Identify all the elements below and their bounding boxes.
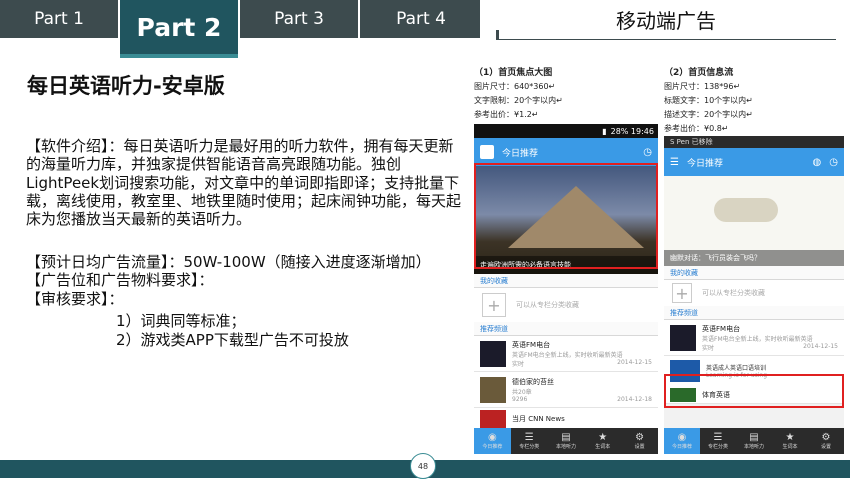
caption-line: 标题文字：10个字以内↵ — [664, 96, 753, 105]
ad-title: 英语成人英语口语培训 — [706, 365, 767, 372]
ad-highlight-box — [664, 374, 844, 408]
focus-banner-comic[interactable]: 幽默对话：飞行员装会飞吗？ — [664, 176, 844, 266]
tab-local-listening[interactable]: ▤ 本地听力 — [548, 428, 585, 454]
traffic-line: 【预计日均广告流量】：50W-100W（随接入进度逐渐增加） — [26, 253, 431, 271]
ad-requirements-line: 【广告位和广告物料要求】： — [26, 271, 214, 290]
plus-icon[interactable]: + — [482, 293, 506, 317]
requirements-block: 【预计日均广告流量】：50W-100W（随接入进度逐渐增加） 【广告位和广告物料… — [26, 253, 466, 308]
tab-vocabulary[interactable]: ★ 生词本 — [772, 428, 808, 454]
item-thumbnail — [480, 409, 506, 428]
item-thumbnail — [670, 324, 696, 351]
ad-highlight-box — [474, 163, 658, 269]
tab-part-1[interactable]: Part 1 — [0, 0, 118, 38]
menu-icon[interactable]: ☰ — [670, 157, 679, 168]
item-date: 2014-12-15 — [803, 342, 838, 350]
banner-caption: 幽默对话：飞行员装会飞吗？ — [664, 250, 844, 266]
list-item[interactable]: 英语FM电台 英语FM电台全新上线，实时收听最新英语 实时 2014-12-15 — [474, 336, 658, 372]
fav-add-row[interactable]: + 可以从专栏分类收藏 — [474, 288, 658, 322]
status-text: 28% 19:46 — [610, 126, 654, 136]
tab-settings[interactable]: ⚙ 设置 — [621, 428, 658, 454]
app-header: 今日推荐 ◷ — [474, 138, 658, 166]
tab-today-recommend[interactable]: ◉ 今日推荐 — [664, 428, 700, 454]
user-icon[interactable]: ◍ — [813, 157, 822, 168]
caption-title: （2）首页信息流 — [664, 68, 734, 78]
battery-icon: ▮ — [602, 126, 607, 136]
tab-vocabulary[interactable]: ★ 生词本 — [584, 428, 621, 454]
item-title: 德伯家的苔丝 — [512, 377, 554, 386]
page-number: 48 — [410, 453, 436, 479]
review-item-1: 1）词典同等标准； — [116, 312, 246, 330]
app-title: 今日推荐 — [686, 158, 723, 169]
item-date: 2014-12-18 — [617, 395, 652, 403]
tab-today-recommend[interactable]: ◉ 今日推荐 — [474, 428, 511, 454]
app-header: ☰ 今日推荐 ◍ ◷ — [664, 148, 844, 176]
status-bar: ▮ 28% 19:46 — [474, 124, 658, 138]
caption-line: 图片尺寸：640*360↵ — [474, 82, 556, 91]
spen-notice: S Pen 已移除 — [664, 136, 844, 148]
rec-section-label: 推荐频道 — [474, 322, 658, 336]
tab-settings[interactable]: ⚙ 设置 — [808, 428, 844, 454]
fav-hint: 可以从专栏分类收藏 — [702, 289, 765, 297]
list-item[interactable]: 英语FM电台 英语FM电台全新上线，实时收听最新英语 实时 2014-12-15 — [664, 320, 844, 356]
tab-separator — [358, 0, 360, 38]
review-line: 【审核要求】： — [26, 289, 124, 308]
tab-part-2-active[interactable]: Part 2 — [120, 0, 238, 58]
list-item[interactable]: 当月 CNN News — [474, 408, 658, 430]
item-date: 2014-12-15 — [617, 358, 652, 366]
caption-line: 参考出价：¥0.8↵ — [664, 124, 729, 133]
caption-line: 描述文字：20个字以内↵ — [664, 110, 753, 119]
tab-column-category[interactable]: ☰ 专栏分类 — [700, 428, 736, 454]
plus-icon[interactable]: + — [672, 283, 692, 303]
bottom-tab-bar: ◉ 今日推荐 ☰ 专栏分类 ▤ 本地听力 ★ 生词本 ⚙ 设置 — [664, 428, 844, 454]
fav-section-label: 我的收藏 — [664, 266, 844, 280]
history-icon[interactable]: ◷ — [829, 157, 838, 168]
item-subtitle: 英语FM电台全新上线，实时收听最新英语 — [512, 351, 623, 359]
section-title-text: 移动端广告 — [616, 9, 716, 33]
caption-info-feed: （2）首页信息流 图片尺寸：138*96↵ 标题文字：10个字以内↵ 描述文字：… — [664, 66, 753, 136]
comic-plane-shape — [714, 198, 778, 222]
app-title: 今日推荐 — [502, 148, 539, 159]
item-subtitle: 共20章 — [512, 388, 532, 396]
item-meta-left: 9296 — [512, 395, 528, 403]
item-title: 英语FM电台 — [512, 340, 551, 349]
top-tab-bar: Part 1 Part 3 Part 4 Part 2 移动端广告 — [0, 0, 850, 58]
item-subtitle: 英语FM电台全新上线，实时收听最新英语 — [702, 335, 813, 343]
item-thumbnail — [480, 376, 506, 403]
intro-paragraph: 【软件介绍】：每日英语听力是最好用的听力软件，拥有每天更新的海量听力库，并独家提… — [26, 137, 462, 229]
caption-line: 图片尺寸：138*96↵ — [664, 82, 741, 91]
bottom-tab-bar: ◉ 今日推荐 ☰ 专栏分类 ▤ 本地听力 ★ 生词本 ⚙ 设置 — [474, 428, 658, 454]
tab-column-category[interactable]: ☰ 专栏分类 — [511, 428, 548, 454]
fav-section-label: 我的收藏 — [474, 274, 658, 288]
caption-line: 文字限制：20个字以内↵ — [474, 96, 563, 105]
fav-add-row[interactable]: + 可以从专栏分类收藏 — [664, 280, 844, 306]
review-item-2: 2）游戏类APP下载型广告不可投放 — [116, 331, 349, 349]
tab-part-4[interactable]: Part 4 — [362, 0, 480, 38]
page-heading: 每日英语听力-安卓版 — [27, 74, 225, 98]
fav-hint: 可以从专栏分类收藏 — [516, 301, 579, 309]
title-accent — [496, 30, 499, 40]
caption-focus-banner: （1）首页焦点大图 图片尺寸：640*360↵ 文字限制：20个字以内↵ 参考出… — [474, 66, 563, 122]
section-title: 移动端广告 — [496, 0, 836, 40]
app-logo-icon — [480, 145, 494, 159]
item-thumbnail — [480, 340, 506, 367]
item-meta-left: 实时 — [512, 360, 525, 368]
rec-section-label: 推荐频道 — [664, 306, 844, 320]
list-item[interactable]: 德伯家的苔丝 共20章 9296 2014-12-18 — [474, 372, 658, 408]
item-meta-left: 实时 — [702, 344, 715, 352]
item-title: 英语FM电台 — [702, 324, 741, 333]
item-title: 当月 CNN News — [512, 414, 565, 423]
tab-part-3[interactable]: Part 3 — [240, 0, 358, 38]
caption-line: 参考出价：¥1.2↵ — [474, 110, 539, 119]
history-icon[interactable]: ◷ — [643, 147, 652, 158]
tab-local-listening[interactable]: ▤ 本地听力 — [736, 428, 772, 454]
caption-title: （1）首页焦点大图 — [474, 68, 553, 78]
